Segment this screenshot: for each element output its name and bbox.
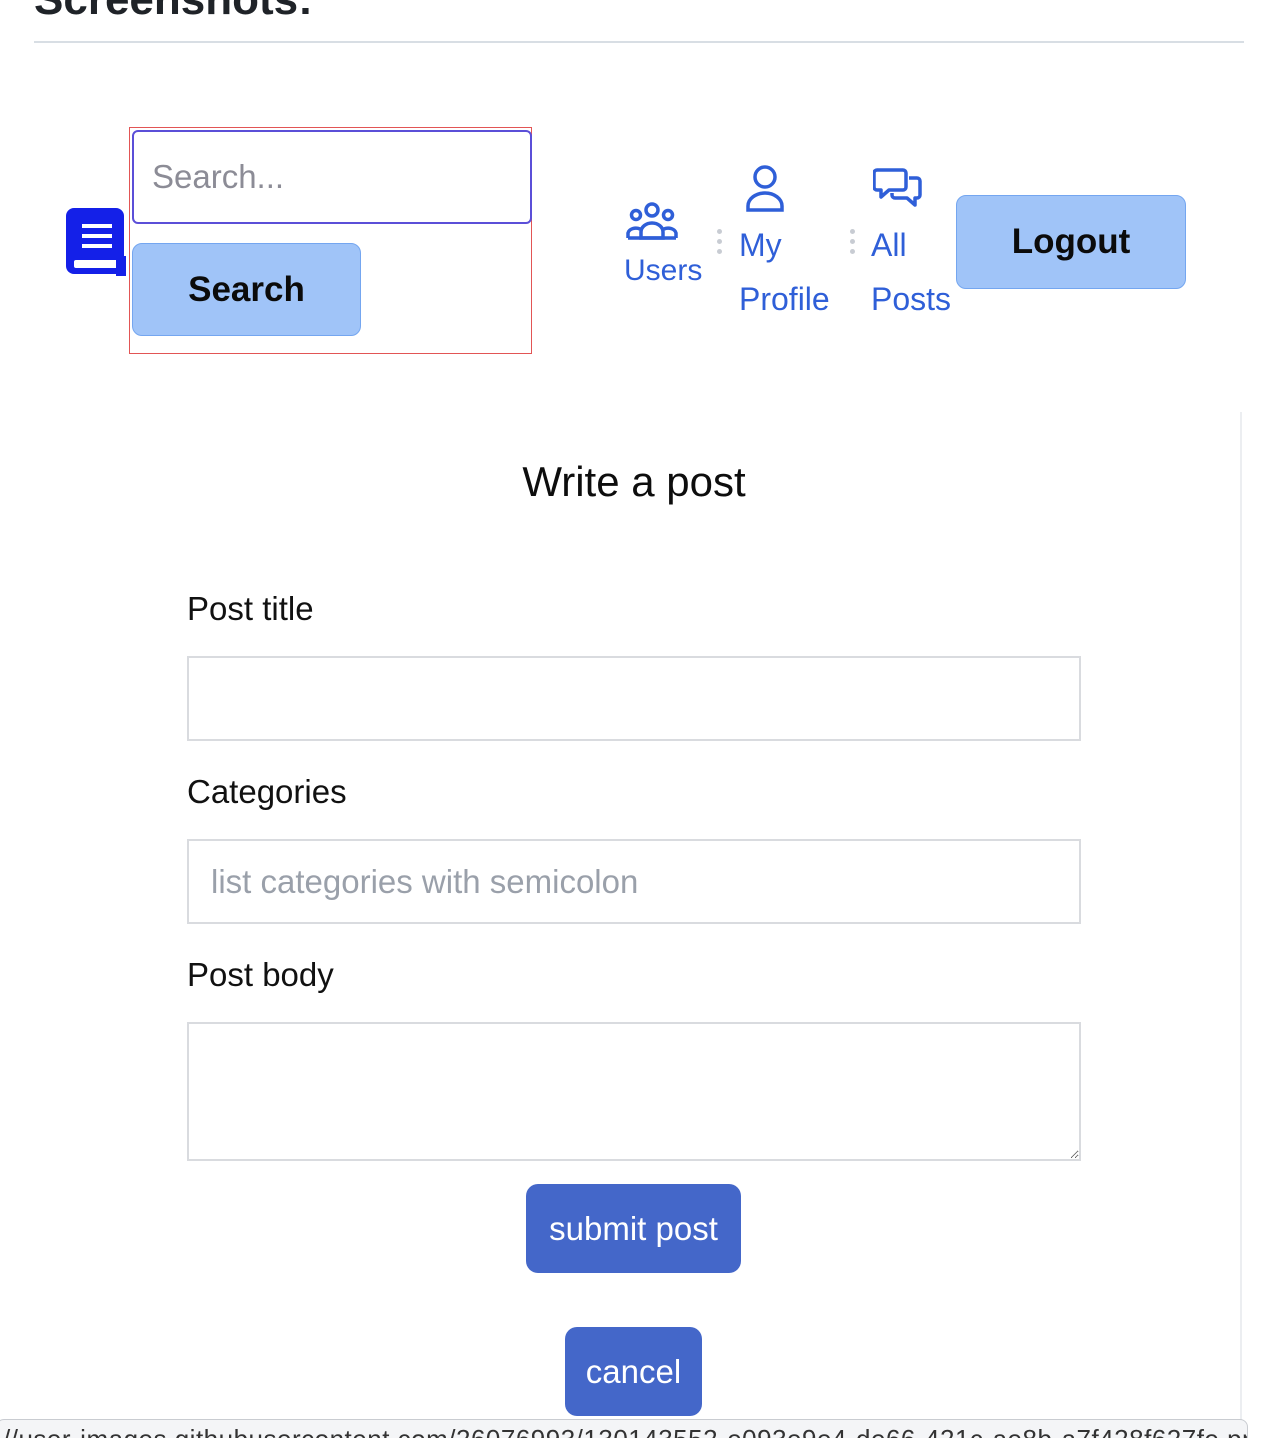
content-border	[1240, 412, 1242, 1422]
form-title: Write a post	[522, 458, 746, 505]
categories-label: Categories	[187, 773, 347, 810]
nav-separator	[850, 229, 856, 261]
link-status-bar: //user-images.githubusercontent.com/2607…	[0, 1419, 1248, 1438]
nav-my-profile-label: My Profile	[739, 227, 830, 317]
nav-users-label: Users	[624, 254, 703, 287]
nav-separator	[717, 229, 723, 261]
doc-heading: Screenshots:	[34, 0, 313, 28]
search-input[interactable]	[132, 130, 532, 224]
cancel-button[interactable]: cancel	[565, 1327, 702, 1416]
categories-input[interactable]	[187, 839, 1081, 924]
heading-divider	[34, 41, 1244, 43]
post-body-textarea[interactable]	[187, 1022, 1081, 1161]
book-logo-icon[interactable]	[66, 208, 126, 276]
status-url: //user-images.githubusercontent.com/2607…	[3, 1424, 1247, 1438]
post-body-label: Post body	[187, 956, 334, 993]
search-button[interactable]: Search	[132, 243, 361, 336]
page: Screenshots: Search Users	[0, 0, 1280, 1438]
submit-post-button[interactable]: submit post	[526, 1184, 741, 1273]
logout-button[interactable]: Logout	[956, 195, 1186, 289]
nav-all-posts-label: All Posts	[871, 227, 952, 317]
post-title-input[interactable]	[187, 656, 1081, 741]
post-title-label: Post title	[187, 590, 314, 627]
